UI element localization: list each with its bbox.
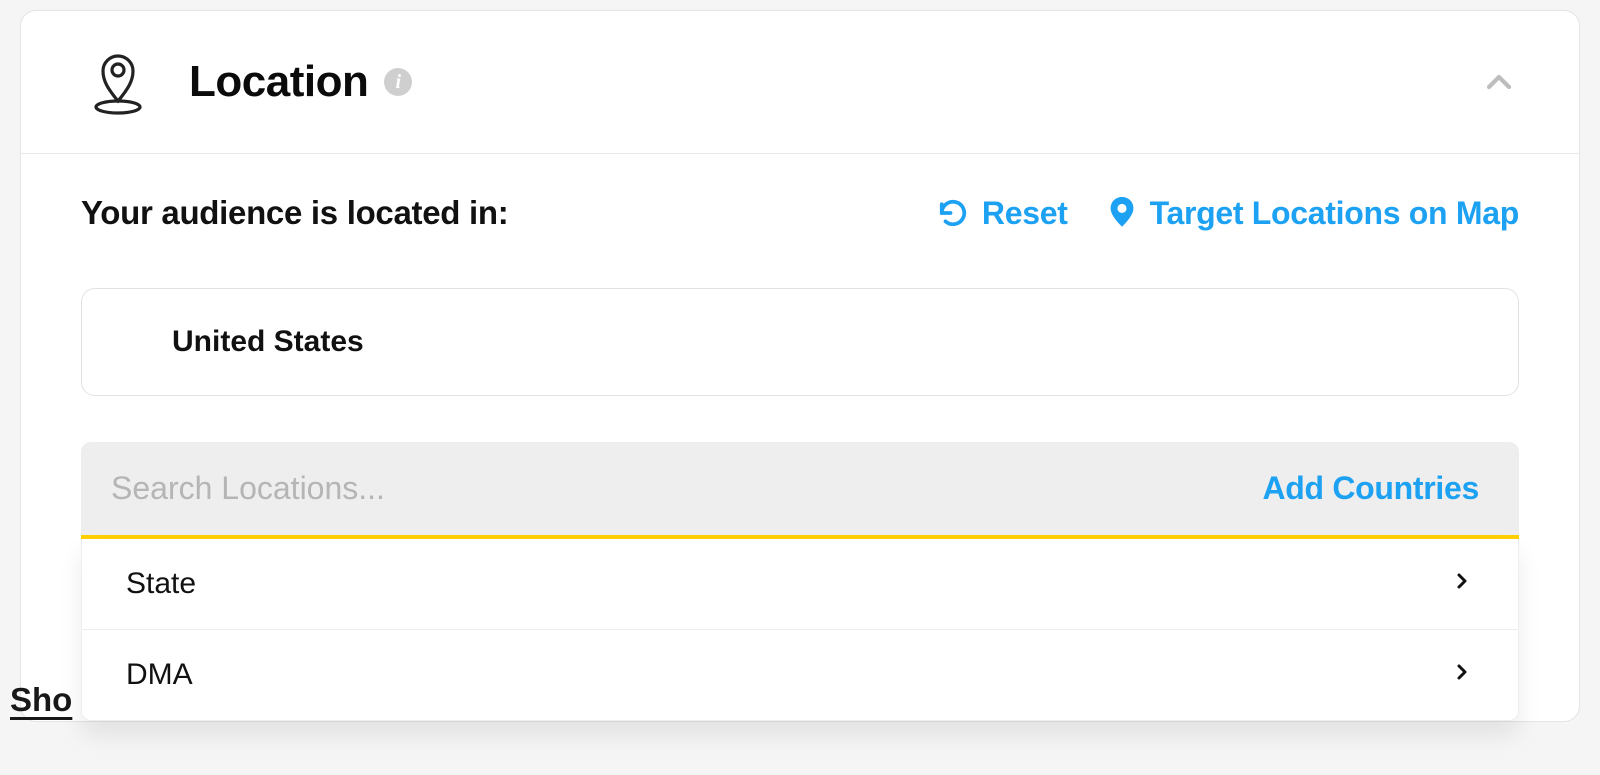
panel-body: Your audience is located in: Reset Targe… <box>21 154 1579 721</box>
chevron-right-icon <box>1450 567 1474 601</box>
dropdown-item-state[interactable]: State <box>82 539 1518 629</box>
map-pin-icon <box>1108 197 1136 229</box>
search-bar: Add Countries <box>81 442 1519 539</box>
selected-location-box[interactable]: United States <box>81 288 1519 396</box>
dropdown-item-dma[interactable]: DMA <box>82 629 1518 720</box>
refresh-icon <box>938 198 968 228</box>
location-pin-icon <box>91 49 145 115</box>
show-more-link-truncated[interactable]: Sho <box>10 681 72 719</box>
location-dropdown: State DMA <box>81 539 1519 721</box>
selected-location-value: United States <box>172 325 364 358</box>
chevron-right-icon <box>1450 658 1474 692</box>
search-locations-input[interactable] <box>111 470 1262 507</box>
target-locations-map-label: Target Locations on Map <box>1150 195 1519 232</box>
dropdown-item-label: State <box>126 567 196 601</box>
collapse-chevron-up-icon[interactable] <box>1479 62 1519 102</box>
panel-title: Location <box>189 57 368 107</box>
info-icon[interactable]: i <box>384 68 412 96</box>
dropdown-item-label: DMA <box>126 658 193 692</box>
body-top-row: Your audience is located in: Reset Targe… <box>81 194 1519 232</box>
audience-located-label: Your audience is located in: <box>81 194 508 232</box>
reset-label: Reset <box>982 195 1068 232</box>
location-panel: Location i Your audience is located in: … <box>20 10 1580 722</box>
panel-header: Location i <box>21 11 1579 154</box>
add-countries-button[interactable]: Add Countries <box>1262 470 1479 507</box>
target-locations-map-button[interactable]: Target Locations on Map <box>1108 195 1519 232</box>
reset-button[interactable]: Reset <box>938 195 1068 232</box>
